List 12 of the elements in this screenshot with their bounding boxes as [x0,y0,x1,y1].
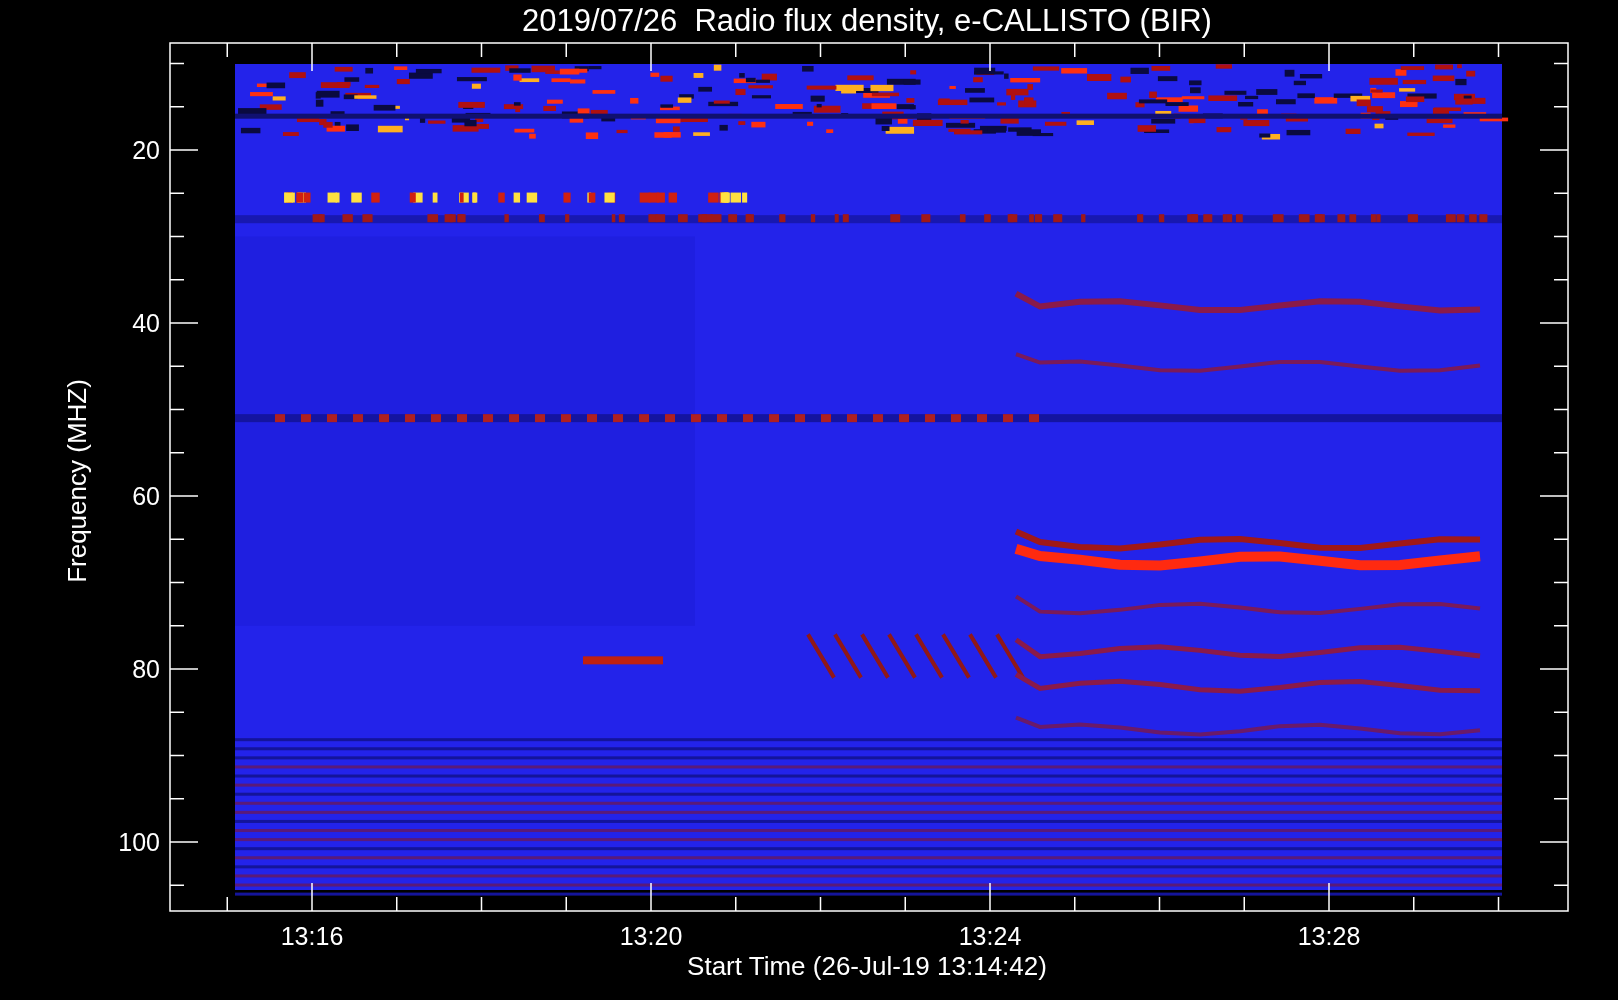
x-tick-label: 13:24 [958,922,1022,950]
y-tick-label: 80 [132,655,160,683]
x-axis-title: Start Time (26-Jul-19 13:14:42) [687,951,1047,981]
y-tick-label: 100 [118,828,160,856]
x-tick-label: 13:20 [619,922,683,950]
y-tick-label: 20 [132,136,160,164]
chart-title: 2019/07/26 Radio flux density, e-CALLISTO (BIR) [522,3,1212,38]
x-tick-label: 13:16 [280,922,344,950]
y-axis-title: Frequency (MHZ) [62,379,92,583]
x-tick-label: 13:28 [1297,922,1361,950]
y-tick-label: 40 [132,309,160,337]
y-tick-label: 60 [132,482,160,510]
